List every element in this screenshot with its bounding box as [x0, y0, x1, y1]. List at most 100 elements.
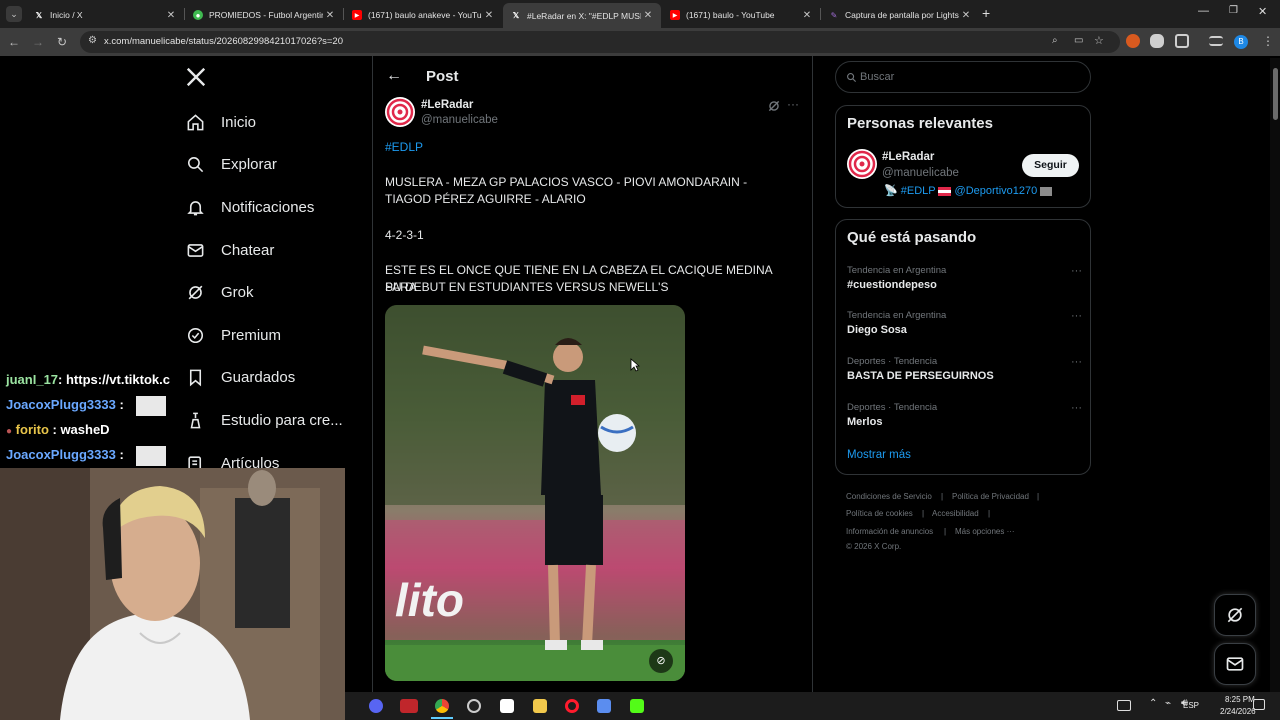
footer-accessibility-link[interactable]: Accesibilidad — [932, 509, 979, 518]
browser-menu-icon[interactable]: ⋮ — [1262, 34, 1274, 48]
post-text-line: SU DEBUT EN ESTUDIANTES VERSUS NEWELL'S — [385, 280, 669, 294]
back-arrow-icon[interactable]: ← — [386, 67, 402, 85]
browser-tab-promiedos[interactable]: ● PROMIEDOS - Futbol Argentino ✕ — [185, 4, 343, 26]
browser-tab-lightshot[interactable]: ✎ Captura de pantalla por Lightshot ✕ — [821, 4, 979, 26]
minimize-window-icon[interactable]: — — [1198, 5, 1209, 17]
footer-ads-link[interactable]: Información de anuncios — [846, 527, 933, 536]
chat-message: ● forito : washeD — [6, 422, 110, 437]
x-logo-icon: 𝕏 — [512, 11, 520, 20]
person-name[interactable]: #LeRadar — [882, 151, 934, 163]
close-tab-icon[interactable]: ✕ — [323, 10, 337, 21]
site-info-icon[interactable]: ⚙ — [88, 35, 97, 46]
cast-icon[interactable]: ▭ — [1074, 35, 1083, 46]
language-indicator[interactable]: ESP — [1183, 701, 1199, 710]
footer-terms-link[interactable]: Condiciones de Servicio — [846, 492, 932, 501]
chat-emote — [136, 446, 166, 466]
post-text-line: MUSLERA - MEZA GP PALACIOS VASCO - PIOVI… — [385, 175, 748, 189]
discord-icon[interactable] — [369, 699, 383, 713]
author-handle[interactable]: @manuelicabe — [421, 114, 498, 126]
chrome-icon[interactable] — [435, 699, 449, 713]
extension-fox-icon[interactable] — [1126, 34, 1140, 48]
search-input[interactable]: Buscar — [835, 61, 1091, 93]
close-tab-icon[interactable]: ✕ — [800, 10, 814, 21]
browser-tab-leradar[interactable]: 𝕏 #LeRadar en X: "#EDLP MUSLERA ✕ — [503, 3, 661, 28]
more-options-icon[interactable]: ··· — [787, 97, 799, 111]
trend-item[interactable]: Deportes · Tendencia BASTA DE PERSEGUIRN… — [847, 356, 1082, 382]
nav-inicio[interactable]: Inicio — [186, 105, 256, 139]
scrollbar[interactable] — [1270, 58, 1280, 692]
reading-list-icon[interactable] — [1209, 36, 1223, 46]
opera-icon[interactable] — [565, 699, 579, 713]
footer-more-link[interactable]: Más opciones ··· — [955, 527, 1015, 536]
network-icon[interactable]: ⌁ — [1165, 698, 1171, 709]
trend-item[interactable]: Tendencia en Argentina Diego Sosa ··· — [847, 310, 1082, 336]
x-logo-icon[interactable] — [185, 66, 209, 90]
show-more-link[interactable]: Mostrar más — [847, 449, 911, 461]
tab-search-button[interactable]: ⌄ — [6, 6, 22, 22]
stream-app-icon[interactable] — [400, 699, 418, 713]
extensions-puzzle-icon[interactable] — [1175, 34, 1189, 48]
more-options-icon[interactable]: ··· — [1071, 402, 1082, 414]
tray-chevron-icon[interactable]: ⌃ — [1149, 698, 1157, 709]
bookmark-star-icon[interactable]: ☆ — [1094, 34, 1104, 47]
avatar[interactable] — [385, 97, 415, 127]
forward-icon[interactable]: → — [30, 34, 46, 50]
profile-avatar[interactable]: B — [1234, 35, 1248, 49]
nav-explorar[interactable]: Explorar — [186, 147, 277, 181]
more-options-icon[interactable]: ··· — [1071, 265, 1082, 277]
person-handle[interactable]: @manuelicabe — [882, 167, 959, 179]
zoom-icon[interactable]: ⌕ — [1052, 35, 1058, 46]
grok-image-icon[interactable]: ⊘ — [649, 649, 673, 673]
grok-icon[interactable] — [767, 99, 781, 113]
chat-message: JoacoxPlugg3333 : — [6, 397, 124, 412]
user-badge-icon: ● — [6, 426, 13, 437]
notification-icon[interactable] — [1253, 699, 1265, 710]
back-icon[interactable]: ← — [6, 34, 22, 50]
kick-icon[interactable] — [630, 699, 644, 713]
avatar[interactable] — [847, 149, 877, 179]
browser-tab-youtube-1[interactable]: ▶ (1671) baulo anakeve - YouTube ✕ — [344, 4, 502, 26]
close-tab-icon[interactable]: ✕ — [164, 10, 178, 21]
messages-floating-button[interactable] — [1214, 643, 1256, 685]
footer-privacy-link[interactable]: Política de Privacidad — [952, 492, 1029, 501]
extension-shield-icon[interactable] — [1150, 34, 1164, 48]
trend-item[interactable]: Deportes · Tendencia Merlos ··· — [847, 402, 1082, 428]
close-window-icon[interactable]: ✕ — [1258, 5, 1267, 18]
follow-button[interactable]: Seguir — [1022, 154, 1079, 177]
grok-floating-button[interactable] — [1214, 594, 1256, 636]
new-tab-button[interactable]: + — [982, 5, 996, 21]
file-explorer-icon[interactable] — [533, 699, 547, 713]
close-tab-icon[interactable]: ✕ — [641, 10, 655, 21]
capcut-icon[interactable] — [500, 699, 514, 713]
more-options-icon[interactable]: ··· — [1071, 310, 1082, 322]
nav-estudio[interactable]: Estudio para cre... — [186, 403, 343, 437]
app-icon[interactable] — [597, 699, 611, 713]
nav-notificaciones[interactable]: Notificaciones — [186, 190, 314, 224]
clock-time[interactable]: 8:25 PM — [1225, 695, 1255, 704]
footer-cookies-link[interactable]: Política de cookies — [846, 509, 913, 518]
address-bar[interactable]: ⚙ x.com/manuelicabe/status/2026082998421… — [80, 31, 1120, 53]
keyboard-icon[interactable] — [1117, 700, 1131, 711]
reload-icon[interactable]: ↻ — [54, 34, 70, 50]
obs-icon[interactable] — [467, 699, 481, 713]
grok-icon — [1227, 607, 1243, 623]
post-text-line: TIAGOD PÉREZ AGUIRRE - ALARIO — [385, 192, 586, 206]
nav-chatear[interactable]: Chatear — [186, 233, 274, 267]
close-tab-icon[interactable]: ✕ — [482, 10, 496, 21]
browser-tab-inicio[interactable]: 𝕏 Inicio / X ✕ — [26, 4, 184, 26]
nav-guardados[interactable]: Guardados — [186, 360, 295, 394]
post-hashtag[interactable]: #EDLP — [385, 139, 805, 156]
browser-tab-youtube-2[interactable]: ▶ (1671) baulo - YouTube ✕ — [662, 4, 820, 26]
restore-window-icon[interactable]: ❐ — [1229, 5, 1238, 16]
post-image[interactable]: lito ⊘ — [385, 305, 685, 681]
trend-item[interactable]: Tendencia en Argentina #cuestiondepeso ·… — [847, 265, 1082, 291]
close-tab-icon[interactable]: ✕ — [959, 10, 973, 21]
more-options-icon[interactable]: ··· — [1071, 356, 1082, 368]
nav-premium[interactable]: Premium — [186, 318, 281, 352]
author-name[interactable]: #LeRadar — [421, 99, 473, 111]
shield-icon: ● — [193, 10, 203, 20]
clock-date[interactable]: 2/24/2026 — [1220, 707, 1256, 716]
youtube-icon: ▶ — [670, 10, 680, 20]
nav-grok[interactable]: Grok — [186, 275, 254, 309]
youtube-icon: ▶ — [352, 10, 362, 20]
